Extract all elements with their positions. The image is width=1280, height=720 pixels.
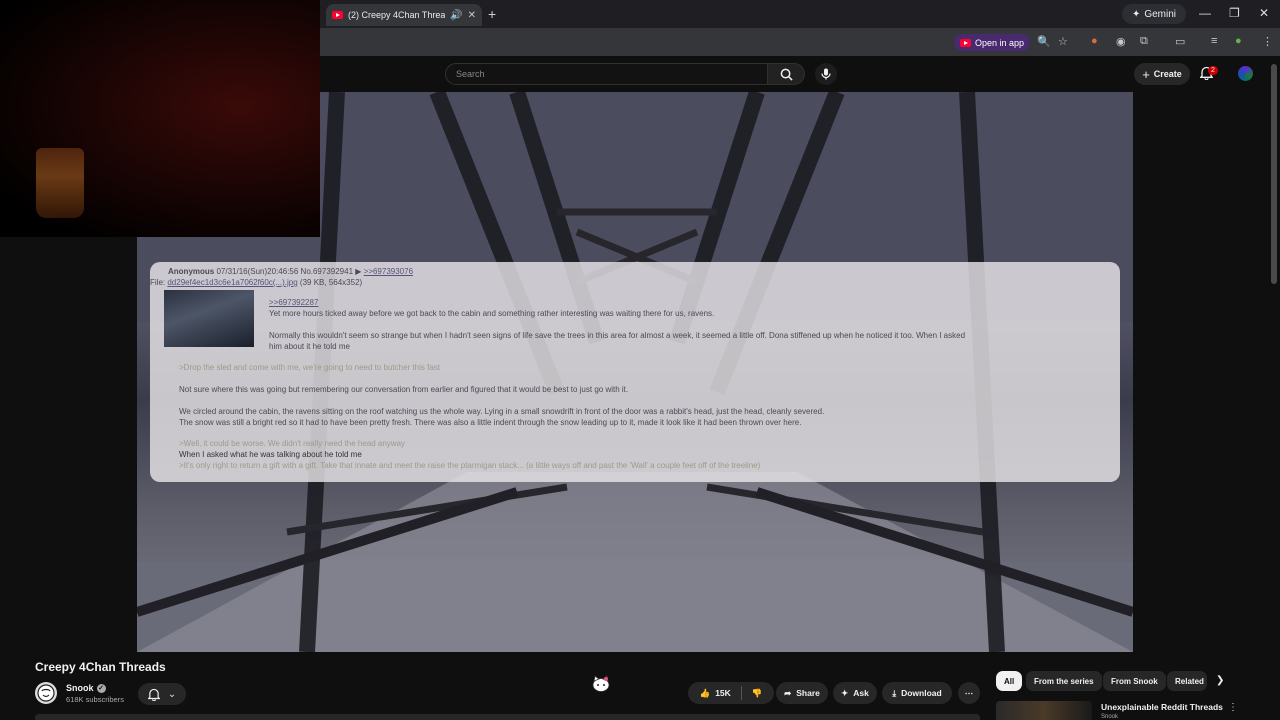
like-count[interactable]: 15K bbox=[715, 688, 731, 698]
related-video-menu-icon[interactable]: ⋮ bbox=[1228, 702, 1238, 713]
youtube-favicon-icon bbox=[332, 11, 343, 19]
plus-icon: + bbox=[1142, 66, 1150, 82]
related-video-thumbnail[interactable] bbox=[996, 701, 1092, 720]
chip-from-the-series[interactable]: From the series bbox=[1026, 671, 1102, 691]
share-arrow-icon: ➦ bbox=[784, 687, 792, 698]
close-window-icon[interactable]: ✕ bbox=[1259, 6, 1269, 20]
zoom-icon[interactable]: 🔍 bbox=[1037, 35, 1051, 48]
chevron-right-icon[interactable]: ❯ bbox=[1216, 675, 1224, 686]
subscribed-notification-button[interactable]: ⌄ bbox=[138, 683, 186, 705]
channel-name-text: Snook bbox=[66, 683, 94, 693]
post-header: Anonymous 07/31/16(Sun)20:46:56 No.69739… bbox=[168, 267, 413, 276]
divider bbox=[740, 686, 742, 700]
youtube-icon bbox=[959, 38, 971, 47]
download-button[interactable]: ⤓ Download bbox=[882, 682, 952, 704]
extension-orange-icon[interactable]: ● bbox=[1091, 35, 1098, 47]
search-input[interactable]: Search bbox=[445, 63, 768, 85]
hello-kitty-sticker bbox=[591, 674, 611, 694]
quote-link: >>697392287 bbox=[269, 298, 319, 307]
restore-icon[interactable]: ❐ bbox=[1229, 6, 1240, 20]
post-reply-link: >>697393076 bbox=[363, 267, 414, 276]
bell-icon bbox=[147, 688, 160, 701]
post-line: Yet more hours ticked away before we got… bbox=[269, 309, 715, 318]
profile-avatar-icon[interactable]: ● bbox=[1235, 35, 1242, 47]
ask-button[interactable]: ✦ Ask bbox=[833, 682, 877, 704]
more-actions-button[interactable]: ⋯ bbox=[958, 682, 980, 704]
file-meta: (39 KB, 564x352) bbox=[299, 278, 363, 287]
extension-white-icon[interactable]: ◉ bbox=[1116, 35, 1126, 48]
bookmark-star-icon[interactable]: ☆ bbox=[1058, 35, 1068, 48]
webcam-lamp bbox=[36, 148, 84, 218]
file-link: dd29ef4ec1d3c6e1a7062f60c(...).jpg bbox=[167, 278, 298, 287]
microphone-icon bbox=[821, 68, 831, 80]
post-meta: 07/31/16(Sun)20:46:56 No.697392941 ▶ bbox=[216, 267, 362, 276]
like-dislike-group: 👍 15K 👎 bbox=[688, 682, 774, 704]
thumbs-up-icon[interactable]: 👍 bbox=[700, 688, 711, 699]
post-file-info: File: dd29ef4ec1d3c6e1a7062f60c(...).jpg… bbox=[150, 278, 362, 287]
media-control-icon[interactable]: ≡ bbox=[1211, 35, 1217, 47]
new-tab-button[interactable]: + bbox=[488, 6, 496, 22]
post-line: When I asked what he was talking about h… bbox=[179, 450, 362, 459]
webcam-overlay bbox=[0, 0, 320, 237]
post-line: The snow was still a bright red so it ha… bbox=[179, 418, 802, 427]
greentext-line: >Well, it could be worse. We didn't real… bbox=[179, 439, 406, 448]
channel-logo-icon bbox=[37, 684, 55, 702]
open-in-app-button[interactable]: Open in app bbox=[954, 34, 1030, 51]
post-author: Anonymous bbox=[168, 267, 215, 276]
channel-avatar[interactable] bbox=[35, 682, 57, 704]
cat-mascot-icon bbox=[592, 675, 610, 692]
share-button[interactable]: ➦ Share bbox=[776, 682, 828, 704]
download-label: Download bbox=[901, 688, 942, 698]
gemini-sparkle-icon: ✦ bbox=[1131, 8, 1141, 20]
gemini-label: Gemini bbox=[1144, 8, 1177, 20]
open-in-app-label: Open in app bbox=[974, 37, 1025, 48]
gemini-button[interactable]: ✦ Gemini bbox=[1122, 4, 1186, 24]
4chan-post-overlay: Anonymous 07/31/16(Sun)20:46:56 No.69739… bbox=[150, 262, 1120, 482]
tab-title: (2) Creepy 4Chan Threads bbox=[348, 10, 446, 20]
post-line: Not sure where this was going but rememb… bbox=[179, 385, 629, 394]
browser-tab[interactable]: (2) Creepy 4Chan Threads 🔊 ✕ bbox=[326, 4, 482, 26]
page-scrollbar[interactable] bbox=[1271, 64, 1277, 284]
create-label: Create bbox=[1153, 69, 1182, 79]
chip-related[interactable]: Related bbox=[1167, 671, 1207, 691]
ask-label: Ask bbox=[853, 688, 869, 698]
chip-all[interactable]: All bbox=[996, 671, 1023, 691]
browser-menu-icon[interactable]: ⋮ bbox=[1262, 35, 1273, 48]
post-thumbnail bbox=[164, 290, 254, 347]
close-tab-icon[interactable]: ✕ bbox=[468, 10, 476, 21]
chevron-down-icon: ⌄ bbox=[167, 688, 177, 700]
post-line: him about it he told me bbox=[269, 342, 350, 351]
download-icon: ⤓ bbox=[892, 687, 897, 698]
search-button[interactable] bbox=[767, 63, 805, 85]
channel-name[interactable]: Snook ✓ bbox=[66, 683, 106, 693]
greentext-line: >It's only right to return a gift with a… bbox=[179, 461, 761, 470]
verified-check-icon: ✓ bbox=[96, 683, 106, 693]
extensions-puzzle-icon[interactable]: ⧉ bbox=[1140, 35, 1148, 48]
post-line: Normally this wouldn't seem so strange b… bbox=[269, 331, 966, 340]
file-label: File: bbox=[150, 278, 166, 287]
account-avatar[interactable] bbox=[1238, 66, 1253, 81]
create-button[interactable]: + Create bbox=[1134, 63, 1190, 85]
share-label: Share bbox=[796, 688, 820, 698]
subscriber-count: 618K subscribers bbox=[66, 695, 124, 704]
related-video-title[interactable]: Unexplainable Reddit Threads bbox=[1101, 702, 1223, 712]
video-title: Creepy 4Chan Threads bbox=[35, 660, 166, 674]
more-horizontal-icon: ⋯ bbox=[964, 687, 974, 698]
minimize-icon[interactable]: — bbox=[1199, 6, 1211, 20]
search-icon bbox=[780, 68, 793, 81]
greentext-line: >Drop the sled and come with me, we're g… bbox=[179, 363, 441, 372]
notification-badge: 2 bbox=[1208, 66, 1218, 75]
related-video-channel: Snook bbox=[1101, 714, 1119, 720]
cast-icon[interactable]: ▭ bbox=[1175, 35, 1185, 48]
description-box[interactable] bbox=[35, 714, 980, 720]
audio-icon[interactable]: 🔊 bbox=[450, 10, 462, 21]
post-line: We circled around the cabin, the ravens … bbox=[179, 407, 825, 416]
chip-from-snook[interactable]: From Snook bbox=[1103, 671, 1166, 691]
sparkle-icon: ✦ bbox=[841, 687, 849, 698]
thumbs-down-icon[interactable]: 👎 bbox=[752, 688, 763, 699]
voice-search-button[interactable] bbox=[815, 63, 837, 85]
